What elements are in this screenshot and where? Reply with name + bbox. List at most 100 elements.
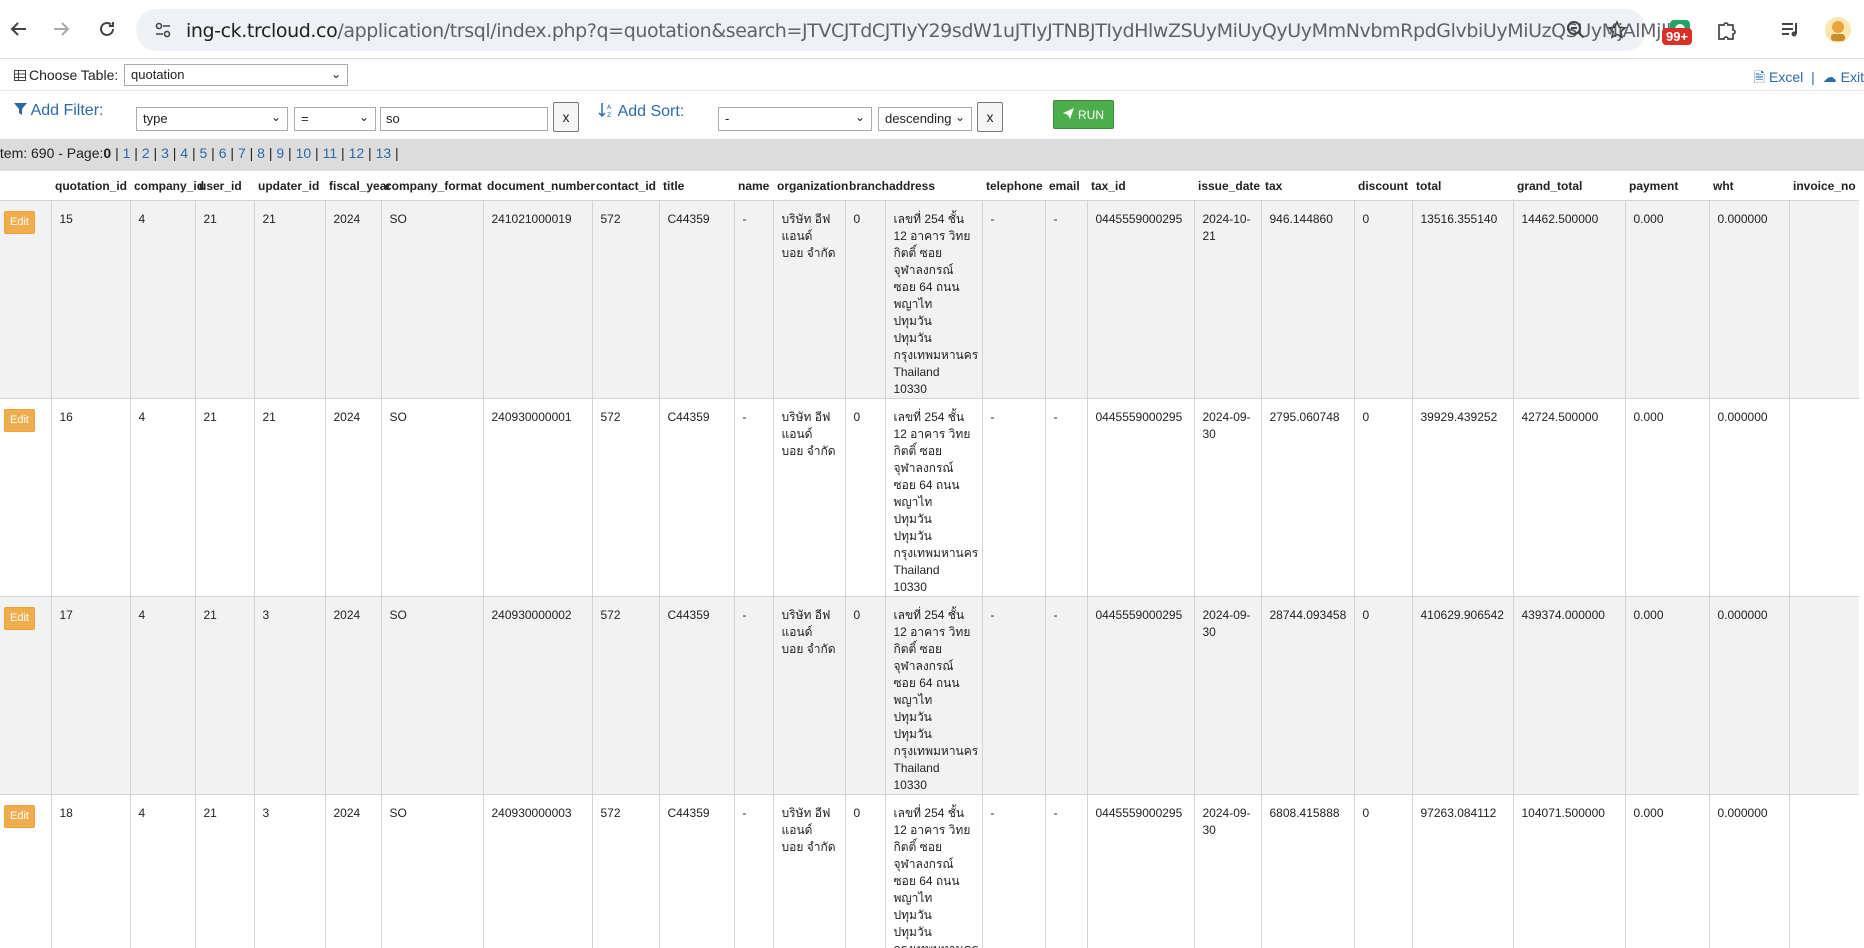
cell-title: C44359	[658, 794, 734, 948]
sort-direction-select[interactable]: descending ⌄	[878, 107, 972, 131]
column-header-tax[interactable]: tax	[1261, 172, 1354, 200]
url-text[interactable]: ing-ck.trcloud.co/application/trsql/inde…	[186, 20, 1686, 42]
page-link[interactable]: 13	[376, 145, 392, 161]
page-link[interactable]: 9	[276, 145, 284, 161]
add-filter-button[interactable]: Add Filter:	[14, 102, 103, 121]
cell-document-number: 241021000019	[482, 200, 592, 398]
edit-button[interactable]: Edit	[4, 408, 35, 432]
column-header-quotation-id[interactable]: quotation_id	[51, 172, 130, 200]
cell-address: เลขที่ 254 ชั้น 12 อาคาร วิทยกิตติ์ ซอย …	[884, 398, 982, 596]
page-link[interactable]: 11	[323, 145, 338, 161]
column-header-company-format[interactable]: company_format	[381, 172, 483, 200]
column-header-total[interactable]: total	[1412, 172, 1513, 200]
browser-toolbar: ing-ck.trcloud.co/application/trsql/inde…	[0, 0, 1864, 59]
filter-bar: Add Filter: type ⌄ = ⌄ so x AZ Add Sort:…	[0, 92, 1864, 138]
column-header-name[interactable]: name	[734, 172, 773, 200]
page-link[interactable]: 3	[161, 145, 169, 161]
cell-wht: 0.000000	[1708, 596, 1789, 794]
exit-link[interactable]: Exit	[1841, 69, 1864, 85]
forward-arrow-icon[interactable]	[44, 12, 78, 46]
edit-button[interactable]: Edit	[4, 606, 35, 630]
cell-total: 13516.355140	[1411, 200, 1513, 398]
page-link[interactable]: 8	[257, 145, 265, 161]
excel-link[interactable]: Excel	[1769, 69, 1803, 85]
page-separator: |	[207, 145, 219, 161]
table-icon	[14, 68, 26, 84]
column-header-company-id[interactable]: company_id	[130, 172, 204, 200]
column-header-issue-date[interactable]: issue_date	[1194, 172, 1261, 200]
page-link[interactable]: 4	[180, 145, 188, 161]
site-info-icon[interactable]	[154, 21, 172, 44]
page-link[interactable]: 2	[142, 145, 150, 161]
zoom-icon[interactable]	[1563, 17, 1589, 43]
cell-grand-total: 439374.000000	[1512, 596, 1625, 794]
sort-clear-button[interactable]: x	[977, 102, 1003, 132]
table-select[interactable]: quotation ⌄	[124, 64, 348, 86]
page-link[interactable]: 6	[219, 145, 227, 161]
cell-quotation-id: 16	[50, 398, 130, 596]
column-header-branch[interactable]: branch	[845, 172, 889, 200]
address-bar[interactable]: ing-ck.trcloud.co/application/trsql/inde…	[136, 9, 1686, 51]
column-header-email[interactable]: email	[1045, 172, 1087, 200]
puzzle-icon[interactable]	[1710, 14, 1742, 46]
cell-tax: 2795.060748	[1260, 398, 1354, 596]
star-icon[interactable]	[1604, 17, 1630, 43]
column-header-title[interactable]: title	[659, 172, 734, 200]
top-right-links: 🗎 Excel | ☁ Exit	[1750, 67, 1864, 91]
edit-button[interactable]: Edit	[4, 210, 35, 234]
run-button[interactable]: RUN	[1053, 100, 1114, 129]
column-header-telephone[interactable]: telephone	[982, 172, 1045, 200]
filter-column-select[interactable]: type ⌄	[136, 107, 288, 131]
column-header-user-id[interactable]: user_id	[195, 172, 254, 200]
column-header-address[interactable]: address	[885, 172, 982, 200]
cell-updater-id: 3	[253, 596, 325, 794]
page-link[interactable]: 10	[296, 145, 312, 161]
cell-company-format: SO	[380, 398, 483, 596]
column-header-fiscal-year[interactable]: fiscal_year	[325, 172, 391, 200]
page-separator: |	[337, 145, 349, 161]
column-header-document-number[interactable]: document_number	[483, 172, 595, 200]
add-sort-button[interactable]: AZ Add Sort:	[598, 102, 684, 123]
column-header-invoice-no[interactable]: invoice_no	[1789, 172, 1859, 200]
cell-user-id: 21	[194, 200, 254, 398]
cell-discount: 0	[1353, 398, 1412, 596]
cell-tax: 6808.415888	[1260, 794, 1354, 948]
column-header-payment[interactable]: payment	[1625, 172, 1709, 200]
column-header-organization[interactable]: organization	[773, 172, 848, 200]
page-separator: |	[168, 145, 181, 161]
svg-text:Z: Z	[607, 112, 611, 118]
filter-operator-value: =	[301, 111, 309, 126]
cell-tax-id: 0445559000295	[1086, 596, 1194, 794]
column-header-wht[interactable]: wht	[1709, 172, 1789, 200]
profile-icon[interactable]	[1822, 14, 1854, 46]
filter-value-input[interactable]: so	[380, 107, 548, 131]
cell-fiscal-year: 2024	[324, 596, 381, 794]
page-link[interactable]: 7	[238, 145, 246, 161]
media-icon[interactable]	[1774, 14, 1806, 46]
column-header-updater-id[interactable]: updater_id	[254, 172, 325, 200]
page-separator: |	[284, 145, 296, 161]
filter-clear-button[interactable]: x	[553, 102, 579, 132]
edit-button[interactable]: Edit	[4, 804, 35, 828]
column-header-discount[interactable]: discount	[1354, 172, 1412, 200]
filter-icon	[14, 103, 27, 121]
filter-clear-label: x	[562, 109, 570, 125]
cell-title: C44359	[658, 398, 734, 596]
filter-operator-select[interactable]: = ⌄	[294, 107, 376, 131]
excel-icon: 🗎	[1753, 69, 1765, 85]
cell-document-number: 240930000002	[482, 596, 592, 794]
cell-contact-id: 572	[591, 200, 659, 398]
sort-column-select[interactable]: - ⌄	[718, 107, 872, 131]
column-header-contact-id[interactable]: contact_id	[592, 172, 659, 200]
cell-updater-id: 21	[253, 398, 325, 596]
reload-icon[interactable]	[90, 12, 124, 46]
cell-branch: 0	[844, 398, 885, 596]
cell-invoice-no	[1788, 596, 1859, 794]
column-header-grand-total[interactable]: grand_total	[1513, 172, 1625, 200]
svg-text:A: A	[607, 104, 612, 111]
page-link[interactable]: 12	[349, 145, 365, 161]
cell-tax-id: 0445559000295	[1086, 794, 1194, 948]
cell-updater-id: 3	[253, 794, 325, 948]
back-arrow-icon[interactable]	[2, 12, 36, 46]
column-header-tax-id[interactable]: tax_id	[1087, 172, 1194, 200]
